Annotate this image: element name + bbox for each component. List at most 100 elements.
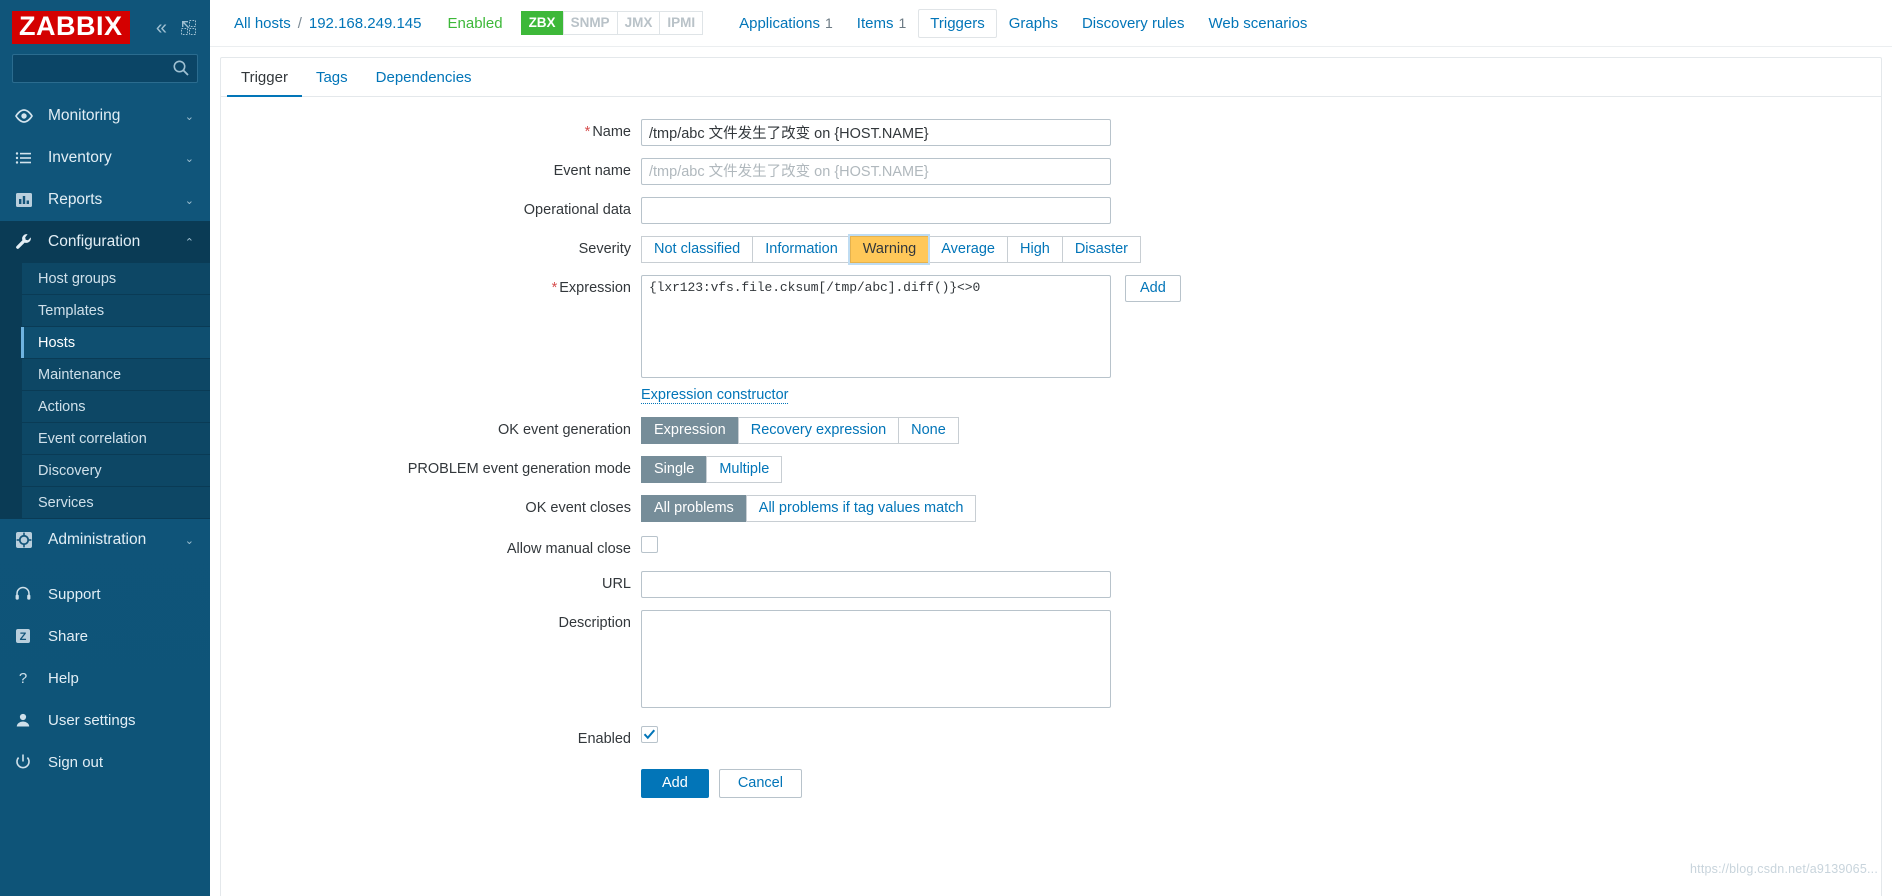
sidebar-search bbox=[0, 50, 210, 93]
url-input[interactable] bbox=[641, 571, 1111, 598]
nav-discovery-rules[interactable]: Discovery rules bbox=[1070, 9, 1197, 38]
protocol-jmx[interactable]: JMX bbox=[616, 11, 660, 35]
problem-event-mode-option-multiple[interactable]: Multiple bbox=[706, 456, 783, 483]
nav-items-count: 1 bbox=[898, 14, 907, 31]
enabled-checkbox[interactable] bbox=[641, 726, 658, 743]
form-row-actions: Add Cancel bbox=[221, 759, 1881, 798]
sidebar-item-share[interactable]: Z Share bbox=[0, 615, 210, 657]
ok-event-generation-option-recovery-expression[interactable]: Recovery expression bbox=[737, 417, 899, 444]
problem-event-generation-mode-wrap: Single Multiple bbox=[641, 456, 1881, 483]
form-row-expression-constructor: Expression constructor bbox=[221, 386, 1881, 404]
nav-web-scenarios[interactable]: Web scenarios bbox=[1196, 9, 1319, 38]
protocol-ipmi[interactable]: IPMI bbox=[659, 11, 704, 35]
sidebar-item-actions[interactable]: Actions bbox=[22, 391, 210, 423]
sidebar-item-inventory[interactable]: Inventory ⌄ bbox=[0, 137, 210, 179]
allow-manual-close-wrap bbox=[641, 536, 1881, 557]
nav-applications-label: Applications bbox=[739, 14, 820, 32]
breadcrumb-host[interactable]: 192.168.249.145 bbox=[309, 15, 422, 32]
submit-add-button[interactable]: Add bbox=[641, 769, 709, 798]
check-icon bbox=[643, 729, 656, 740]
nav-discovery-rules-label: Discovery rules bbox=[1081, 14, 1185, 32]
sidebar-item-templates[interactable]: Templates bbox=[22, 295, 210, 327]
form-row-url: URL bbox=[221, 571, 1881, 598]
ok-event-generation-wrap: Expression Recovery expression None bbox=[641, 417, 1881, 444]
protocol-snmp[interactable]: SNMP bbox=[562, 11, 617, 35]
sidebar-item-host-groups[interactable]: Host groups bbox=[22, 263, 210, 295]
expand-icon[interactable] bbox=[181, 20, 196, 35]
search-icon bbox=[172, 59, 190, 81]
nav-graphs[interactable]: Graphs bbox=[997, 9, 1070, 38]
sidebar-item-sign-out[interactable]: Sign out bbox=[0, 741, 210, 783]
description-field-wrap bbox=[641, 610, 1881, 712]
sidebar-subitem-label: Actions bbox=[38, 398, 86, 415]
expression-textarea[interactable]: {lxr123:vfs.file.cksum[/tmp/abc].diff()}… bbox=[641, 275, 1111, 378]
sidebar-item-help[interactable]: ? Help bbox=[0, 657, 210, 699]
severity-option-disaster[interactable]: Disaster bbox=[1061, 236, 1142, 263]
sidebar-item-label: Support bbox=[48, 585, 101, 603]
search-box[interactable] bbox=[12, 54, 198, 83]
sidebar-item-event-correlation[interactable]: Event correlation bbox=[22, 423, 210, 455]
sidebar-item-label: Inventory bbox=[48, 149, 112, 166]
actions-spacer bbox=[221, 759, 641, 764]
breadcrumb-all-hosts[interactable]: All hosts bbox=[234, 15, 291, 32]
sidebar-item-configuration[interactable]: Configuration ⌃ bbox=[0, 221, 210, 263]
host-nav: Applications 1 Items 1 Triggers Graphs Dis… bbox=[727, 8, 1319, 38]
form-row-severity: Severity Not classified Information Warn… bbox=[221, 236, 1881, 263]
expression-constructor-link[interactable]: Expression constructor bbox=[641, 387, 789, 404]
severity-option-warning[interactable]: Warning bbox=[849, 236, 929, 263]
form-row-description: Description bbox=[221, 610, 1881, 712]
description-textarea[interactable] bbox=[641, 610, 1111, 708]
name-input[interactable] bbox=[641, 119, 1111, 146]
event-name-field-wrap bbox=[641, 158, 1881, 185]
severity-segmented-control: Not classified Information Warning Avera… bbox=[641, 236, 1881, 263]
form-row-ok-event-closes: OK event closes All problems All problem… bbox=[221, 495, 1881, 522]
allow-manual-close-checkbox[interactable] bbox=[641, 536, 658, 553]
severity-option-information[interactable]: Information bbox=[752, 236, 850, 263]
ok-event-closes-label: OK event closes bbox=[525, 500, 631, 516]
svg-text:Z: Z bbox=[20, 631, 27, 643]
ok-event-generation-option-none[interactable]: None bbox=[898, 417, 959, 444]
event-name-input[interactable] bbox=[641, 158, 1111, 185]
expression-label-text: Expression bbox=[559, 280, 631, 296]
sidebar-item-reports[interactable]: Reports ⌄ bbox=[0, 179, 210, 221]
severity-option-not-classified[interactable]: Not classified bbox=[641, 236, 753, 263]
tab-trigger[interactable]: Trigger bbox=[227, 58, 302, 97]
ok-event-generation-option-expression[interactable]: Expression bbox=[641, 417, 738, 444]
zabbix-logo: ZABBIX bbox=[12, 11, 130, 44]
expression-add-button[interactable]: Add bbox=[1125, 275, 1181, 302]
protocol-zbx[interactable]: ZBX bbox=[520, 11, 563, 35]
sidebar-item-monitoring[interactable]: Monitoring ⌄ bbox=[0, 95, 210, 137]
nav-triggers[interactable]: Triggers bbox=[918, 8, 997, 38]
operational-data-input[interactable] bbox=[641, 197, 1111, 224]
sidebar-item-services[interactable]: Services bbox=[22, 487, 210, 519]
problem-event-mode-option-single[interactable]: Single bbox=[641, 456, 707, 483]
sidebar-item-hosts[interactable]: Hosts bbox=[21, 327, 210, 359]
sidebar-item-user-settings[interactable]: User settings bbox=[0, 699, 210, 741]
sidebar-item-administration[interactable]: Administration ⌄ bbox=[0, 519, 210, 561]
watermark: https://blog.csdn.net/a9139065... bbox=[1690, 862, 1878, 876]
chevron-down-icon: ⌄ bbox=[184, 110, 194, 123]
search-input[interactable] bbox=[13, 55, 197, 82]
sidebar-item-support[interactable]: Support bbox=[0, 573, 210, 615]
expression-label: * Expression bbox=[221, 275, 641, 296]
sidebar-item-discovery[interactable]: Discovery bbox=[22, 455, 210, 487]
severity-option-average[interactable]: Average bbox=[928, 236, 1007, 263]
wrench-icon bbox=[14, 232, 44, 252]
chevron-down-icon: ⌄ bbox=[184, 152, 194, 165]
nav-applications[interactable]: Applications 1 bbox=[727, 9, 845, 38]
ok-event-closes-option-tag-values-match[interactable]: All problems if tag values match bbox=[745, 495, 977, 522]
tab-dependencies[interactable]: Dependencies bbox=[362, 58, 486, 97]
chevron-double-left-icon[interactable]: « bbox=[156, 18, 167, 38]
ok-event-closes-option-all-problems[interactable]: All problems bbox=[641, 495, 746, 522]
nav-items[interactable]: Items 1 bbox=[845, 9, 918, 38]
chevron-up-icon: ⌃ bbox=[184, 236, 194, 249]
severity-option-high[interactable]: High bbox=[1007, 236, 1062, 263]
tab-tags[interactable]: Tags bbox=[302, 58, 362, 97]
actions-wrap: Add Cancel bbox=[641, 759, 1881, 798]
sidebar-item-label: Monitoring bbox=[48, 107, 121, 124]
cancel-button[interactable]: Cancel bbox=[718, 769, 802, 798]
host-status[interactable]: Enabled bbox=[448, 15, 503, 32]
sidebar-item-maintenance[interactable]: Maintenance bbox=[22, 359, 210, 391]
nav-graphs-label: Graphs bbox=[1008, 14, 1058, 32]
app-root: ZABBIX « Monitoring ⌄ Inventory ⌄ Report… bbox=[0, 0, 1892, 896]
